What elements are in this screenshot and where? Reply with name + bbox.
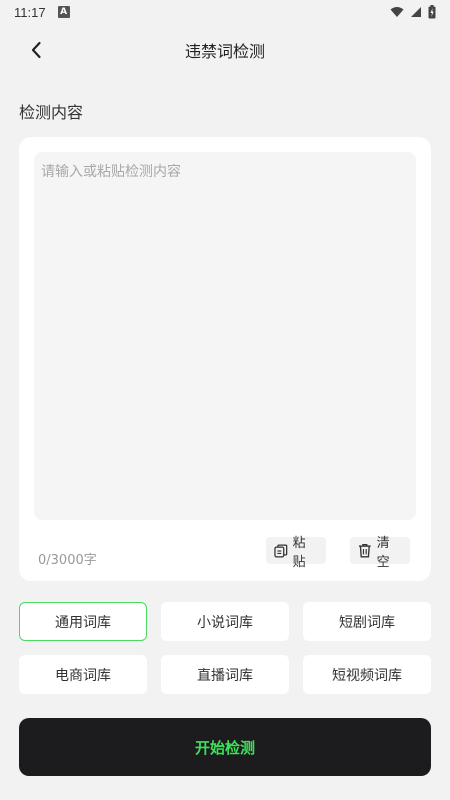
wifi-icon xyxy=(390,7,404,17)
trash-icon xyxy=(358,544,371,558)
battery-icon xyxy=(428,5,436,19)
library-short-drama[interactable]: 短剧词库 xyxy=(303,602,431,641)
clear-button[interactable]: 清空 xyxy=(350,536,410,570)
status-time: 11:17 xyxy=(14,4,46,20)
paste-button[interactable]: 粘贴 xyxy=(266,536,326,570)
header: 违禁词检测 xyxy=(0,24,450,76)
clear-label: 清空 xyxy=(376,535,390,570)
notification-icon: A xyxy=(57,6,70,18)
library-ecommerce[interactable]: 电商词库 xyxy=(19,655,147,694)
library-novel[interactable]: 小说词库 xyxy=(161,602,289,641)
section-label: 检测内容 xyxy=(19,103,84,122)
paste-label: 粘贴 xyxy=(292,535,306,570)
signal-icon xyxy=(411,7,421,17)
page-title: 违禁词检测 xyxy=(184,42,265,61)
status-bar: 11:17 A xyxy=(0,0,450,24)
content-input[interactable] xyxy=(34,152,416,520)
library-short-video[interactable]: 短视频词库 xyxy=(303,655,431,694)
char-count: 0/3000字 xyxy=(38,553,97,568)
library-livestream[interactable]: 直播词库 xyxy=(161,655,289,694)
status-icons xyxy=(390,5,436,19)
back-button[interactable] xyxy=(22,38,50,62)
paste-icon xyxy=(274,544,288,557)
library-general[interactable]: 通用词库 xyxy=(19,602,147,641)
chevron-left-icon xyxy=(31,41,41,59)
content-card: 0/3000字 粘贴 清空 xyxy=(19,137,431,581)
start-detection-button[interactable]: 开始检测 xyxy=(19,718,431,776)
